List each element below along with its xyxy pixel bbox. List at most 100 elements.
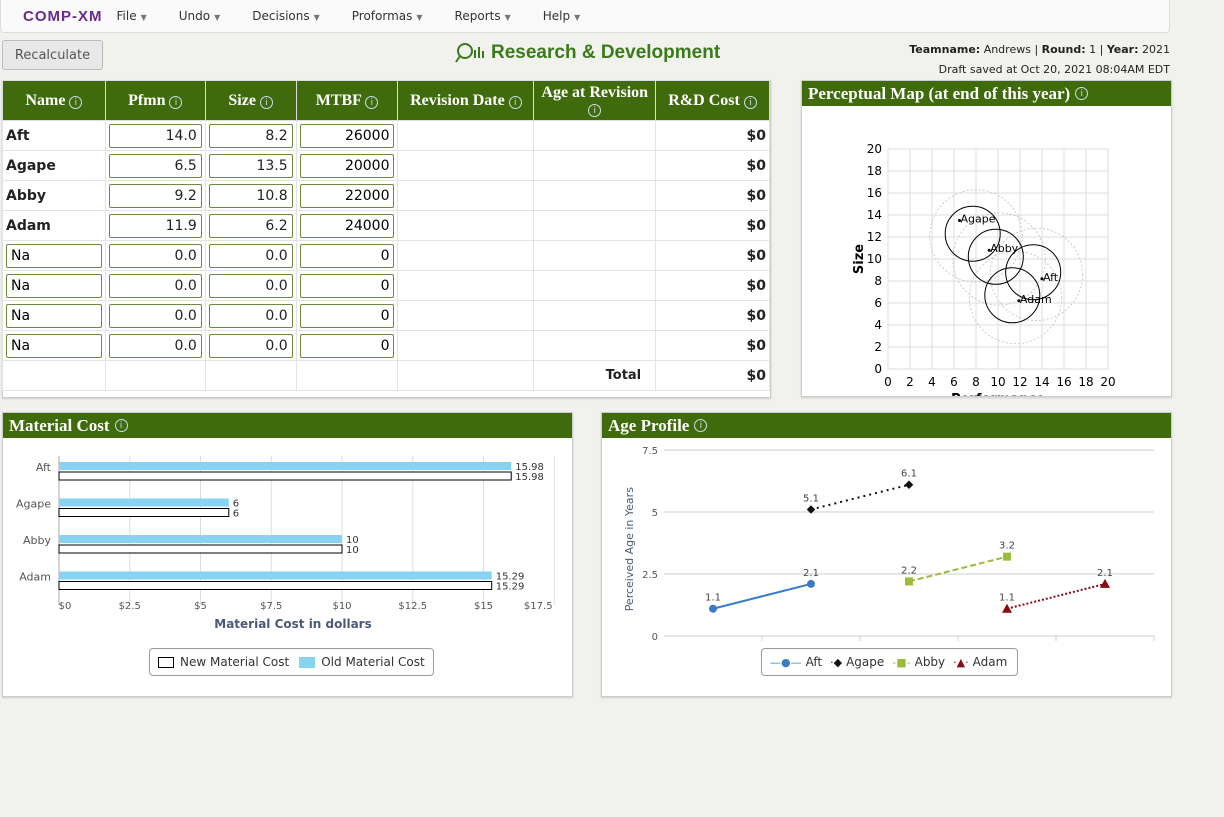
revision-date [397, 180, 535, 211]
info-icon[interactable]: i [169, 95, 183, 109]
revision-date [397, 120, 535, 151]
legend-marker: ·◆ [830, 655, 843, 669]
x-tick-label: $17.5 [524, 601, 553, 612]
mtbf-input[interactable] [299, 333, 395, 358]
mtbf-input[interactable] [299, 243, 395, 268]
column-header: Size i [204, 80, 297, 121]
age-at-revision [533, 300, 657, 331]
total-cost: $0 [655, 360, 770, 391]
info-icon[interactable]: i [743, 95, 757, 109]
pfmn-input[interactable]: 0.0 [108, 273, 202, 298]
legend-marker: -■- [892, 655, 911, 669]
pfmn-input[interactable]: 6.5 [108, 153, 202, 178]
legend-new[interactable]: New Material Cost [180, 655, 289, 669]
y-tick-label: 5 [652, 508, 658, 519]
recalculate-button[interactable]: Recalculate [2, 40, 103, 70]
size-input[interactable]: 0.0 [208, 243, 293, 268]
column-header: R&D Cost i [655, 80, 770, 121]
x-tick-label: $0 [59, 601, 72, 612]
legend-item-abby[interactable]: -■- Abby [892, 655, 945, 669]
data-label: 5.1 [803, 494, 819, 505]
category-label: Aft [36, 461, 52, 474]
data-point [807, 579, 815, 588]
mtbf-input[interactable] [299, 303, 395, 328]
size-input[interactable]: 10.8 [208, 183, 293, 208]
menu-proformas[interactable]: Proformas ▼ [352, 9, 423, 23]
size-input[interactable]: 13.5 [208, 153, 293, 178]
top-nav: COMP-XM File ▼ Undo ▼ Decisions ▼ Proformas ▼ Re… [0, 0, 1170, 33]
mtbf-input[interactable] [299, 153, 395, 178]
size-input[interactable]: 6.2 [208, 213, 293, 238]
data-point [1002, 603, 1012, 613]
table-row: Agape6.513.5 $0 [2, 150, 770, 181]
legend-swatch-new [158, 656, 174, 668]
info-icon[interactable]: i [508, 95, 522, 109]
data-label: 6 [233, 509, 239, 520]
size-input[interactable]: 0.0 [208, 273, 293, 298]
y-tick-label: 12 [867, 230, 882, 244]
name-input[interactable] [6, 333, 102, 358]
pfmn-input[interactable]: 0.0 [108, 303, 202, 328]
x-axis-label: Performance [951, 392, 1045, 396]
x-tick-label: $2.5 [119, 601, 141, 612]
legend-item-adam[interactable]: ·▲· Adam [953, 655, 1007, 669]
menu-reports[interactable]: Reports ▼ [455, 9, 511, 23]
name-input[interactable] [6, 273, 102, 298]
old-cost-bar [59, 498, 229, 507]
old-cost-bar [59, 462, 512, 470]
new-cost-bar [58, 471, 512, 481]
info-icon[interactable]: i [1075, 87, 1089, 100]
age-profile-legend: —●— Aft ·◆ Agape -■- Abby ·▲· Adam [761, 648, 1019, 676]
pfmn-input[interactable]: 0.0 [108, 243, 202, 268]
rd-cost: $0 [655, 120, 770, 151]
y-tick-label: 0 [874, 362, 882, 376]
x-tick-label: 4 [928, 375, 936, 389]
menu-help[interactable]: Help ▼ [543, 9, 581, 23]
size-input[interactable]: 8.2 [208, 123, 293, 148]
age-at-revision [533, 270, 657, 301]
age-at-revision [533, 150, 657, 181]
info-icon[interactable]: i [259, 95, 273, 109]
data-point [904, 480, 914, 489]
data-label: 1.1 [999, 593, 1015, 604]
pfmn-input[interactable]: 14.0 [108, 123, 202, 148]
legend-item-aft[interactable]: —●— Aft [770, 655, 822, 669]
menu-undo[interactable]: Undo ▼ [179, 9, 221, 23]
name-input[interactable] [6, 243, 102, 268]
pfmn-input[interactable]: 11.9 [108, 213, 202, 238]
pfmn-input[interactable]: 0.0 [108, 333, 202, 358]
column-header: Pfmn i [104, 80, 206, 121]
menu-file[interactable]: File ▼ [117, 9, 147, 23]
info-icon[interactable]: i [588, 103, 602, 117]
legend-marker: ·▲· [953, 655, 969, 669]
legend-old[interactable]: Old Material Cost [321, 655, 424, 669]
size-input[interactable]: 0.0 [208, 303, 293, 328]
legend-item-agape[interactable]: ·◆ Agape [830, 655, 884, 669]
rd-cost: $0 [655, 240, 770, 271]
size-input[interactable]: 0.0 [208, 333, 293, 358]
info-icon[interactable]: i [365, 95, 379, 109]
product-label: Aft [1043, 271, 1059, 284]
material-cost-chart: $0 $2.5 $5 $7.5 $10 $12.5 $15 $17.5Aft 15.9815.9… [16, 456, 555, 631]
data-label: 1.1 [705, 593, 721, 604]
name-input[interactable] [6, 303, 102, 328]
column-header: MTBF i [295, 80, 399, 121]
data-label: 10 [346, 545, 359, 556]
pfmn-input[interactable]: 9.2 [108, 183, 202, 208]
menu-decisions[interactable]: Decisions ▼ [252, 9, 320, 23]
mtbf-input[interactable] [299, 273, 395, 298]
team-info: Teamname: Andrews | Round: 1 | Year: 202… [909, 43, 1170, 56]
mtbf-input[interactable] [299, 213, 395, 238]
table-row: Aft14.08.2 $0 [2, 120, 770, 151]
age-at-revision [533, 240, 657, 271]
info-icon[interactable]: i [69, 95, 83, 109]
mtbf-input[interactable] [299, 183, 395, 208]
y-tick-label: 10 [867, 252, 882, 266]
mtbf-input[interactable] [299, 123, 395, 148]
rd-cost: $0 [655, 210, 770, 241]
age-profile-title: Age Profile [608, 415, 690, 435]
series-line-aft [712, 582, 812, 610]
draft-status: Draft saved at Oct 20, 2021 08:04AM EDT [938, 63, 1170, 76]
info-icon[interactable]: i [114, 419, 128, 432]
info-icon[interactable]: i [694, 419, 708, 432]
